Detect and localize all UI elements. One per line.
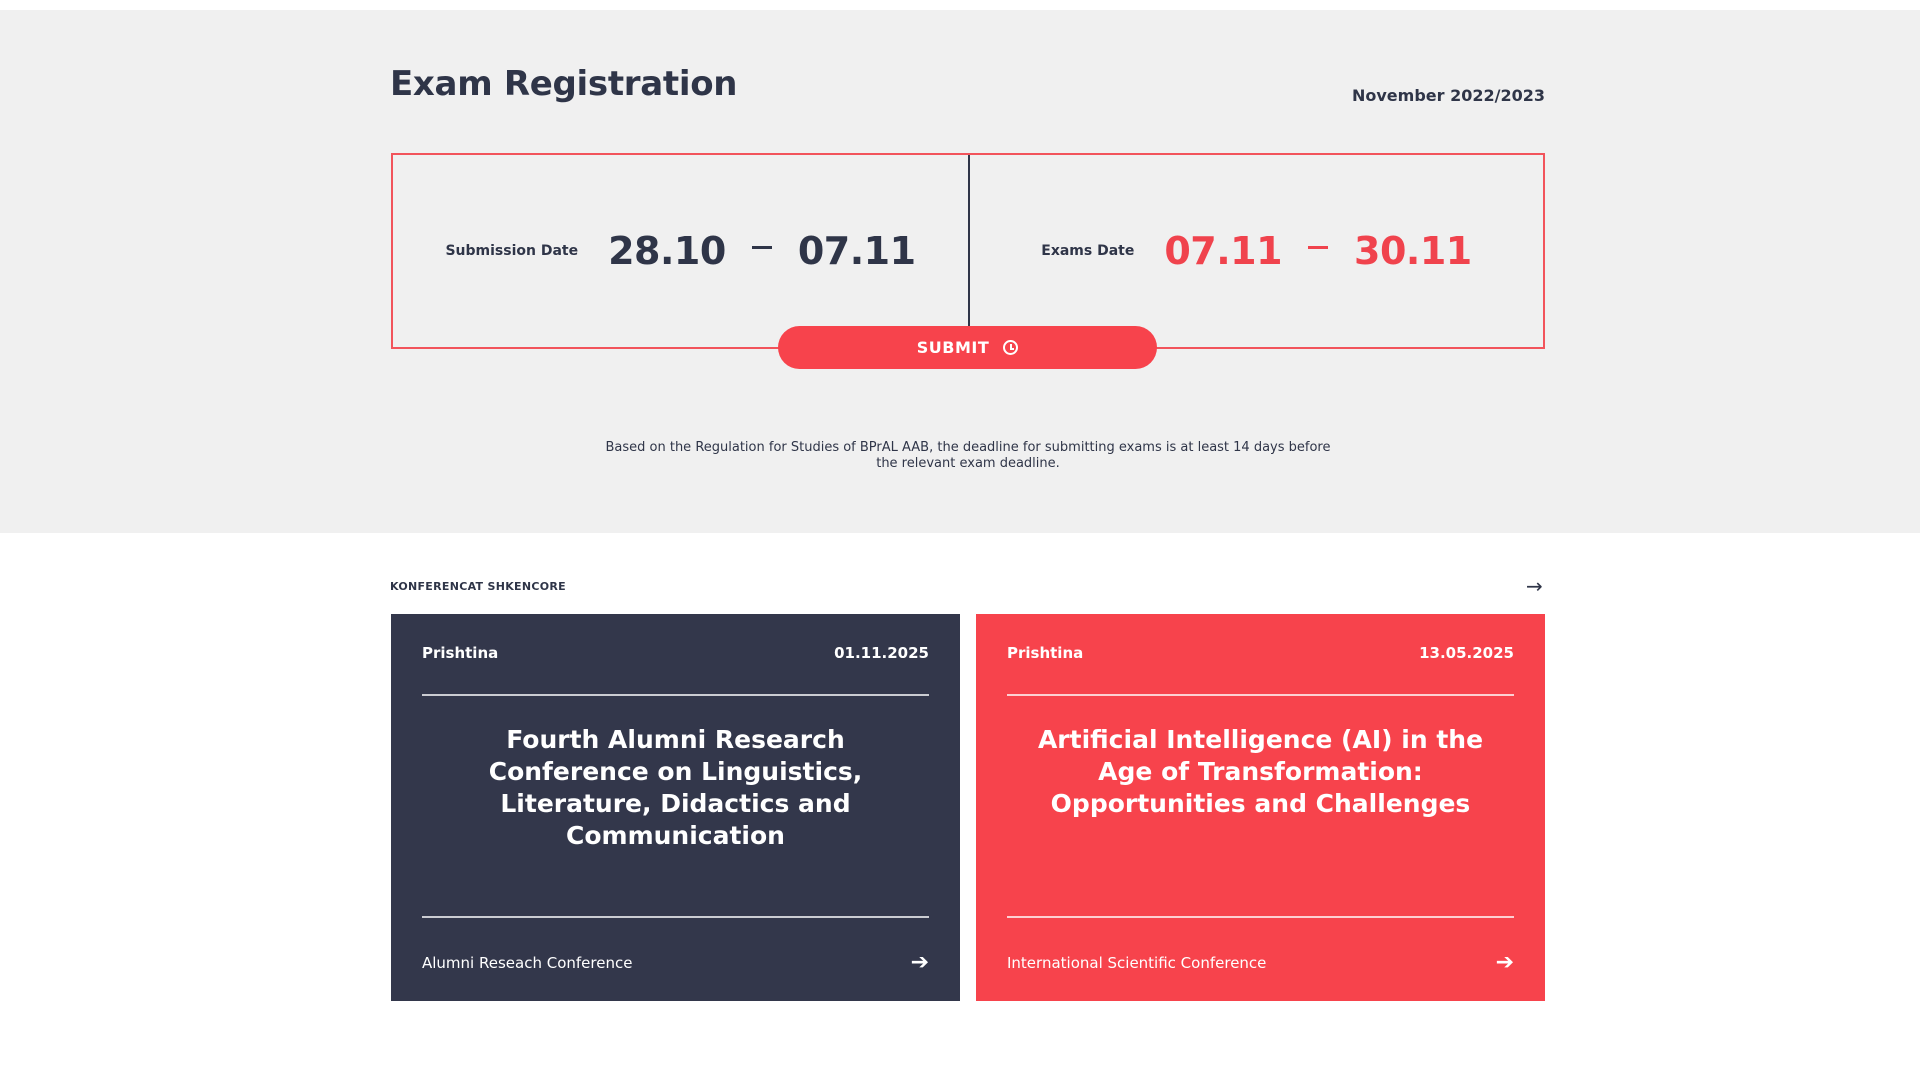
card-meta: Prishtina 13.05.2025: [1007, 644, 1514, 662]
card-type: Alumni Reseach Conference: [422, 953, 633, 972]
submit-button-label: SUBMIT: [916, 338, 990, 357]
card-divider-top: [422, 694, 929, 696]
submission-date-group: Submission Date 28.10 07.11: [393, 155, 968, 347]
conference-card-ai[interactable]: Prishtina 13.05.2025 Artificial Intellig…: [976, 614, 1545, 1001]
exams-date-label: Exams Date: [1041, 243, 1135, 259]
card-location: Prishtina: [422, 644, 499, 662]
clock-icon: [1003, 340, 1019, 355]
regulation-note: Based on the Regulation for Studies of B…: [605, 440, 1331, 471]
card-type: International Scientific Conference: [1007, 953, 1267, 972]
arrow-right-icon[interactable]: ➔: [1496, 950, 1514, 975]
card-divider-bottom: [422, 916, 929, 918]
exams-date-group: Exams Date 07.11 30.11: [970, 155, 1543, 347]
card-title: Fourth Alumni Research Conference on Lin…: [488, 725, 863, 850]
exam-dates-box: Submission Date 28.10 07.11 Exams Date 0…: [391, 153, 1545, 349]
conferences-arrow-icon[interactable]: →: [1526, 574, 1543, 598]
card-location: Prishtina: [1007, 644, 1084, 662]
card-date: 01.11.2025: [834, 644, 929, 662]
submission-date-from: 28.10: [608, 229, 726, 273]
submission-date-to: 07.11: [797, 229, 916, 273]
conferences-heading: KONFERENCAT SHKENCORE: [390, 580, 566, 593]
exam-period: November 2022/2023: [1351, 86, 1545, 105]
arrow-right-icon[interactable]: ➔: [911, 950, 929, 975]
card-meta: Prishtina 01.11.2025: [422, 644, 929, 662]
exams-date-from: 07.11: [1164, 229, 1283, 273]
submission-date-dash: [751, 245, 772, 249]
card-divider-bottom: [1007, 916, 1514, 918]
conference-section-background: [0, 533, 1920, 1080]
submit-button[interactable]: SUBMIT: [778, 326, 1157, 369]
card-date: 13.05.2025: [1419, 644, 1514, 662]
card-title: Artificial Intelligence (AI) in the Age …: [1037, 725, 1484, 818]
conference-card-alumni[interactable]: Prishtina 01.11.2025 Fourth Alumni Resea…: [391, 614, 960, 1001]
exam-registration-title: Exam Registration: [390, 64, 738, 104]
submission-date-label: Submission Date: [445, 243, 579, 259]
card-divider-top: [1007, 694, 1514, 696]
exams-date-dash: [1308, 245, 1329, 249]
top-strip: [0, 0, 1920, 10]
card-footer: Alumni Reseach Conference ➔: [422, 950, 929, 975]
exams-date-to: 30.11: [1354, 229, 1472, 273]
card-footer: International Scientific Conference ➔: [1007, 950, 1514, 975]
